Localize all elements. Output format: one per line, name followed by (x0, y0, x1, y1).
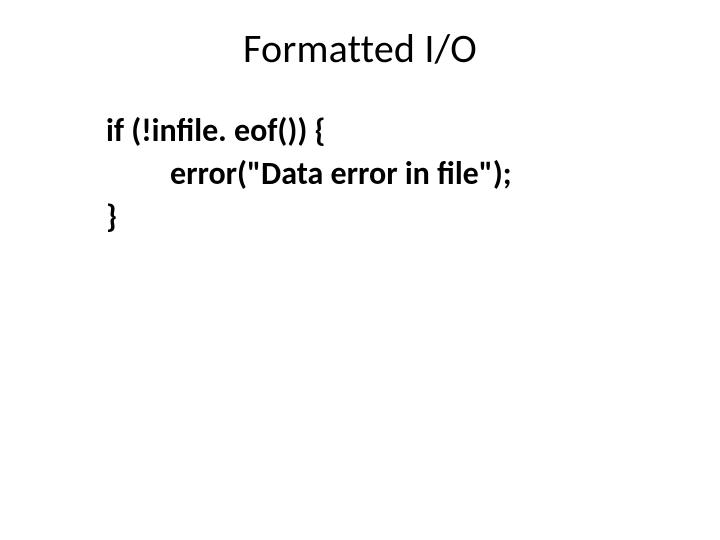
code-line-2: error("Data error in file"); (106, 152, 680, 195)
slide-container: Formatted I/O if (!infile. eof()) { erro… (0, 0, 720, 540)
slide-title: Formatted I/O (0, 24, 720, 73)
code-line-3: } (106, 195, 680, 238)
slide-body: if (!infile. eof()) { error("Data error … (0, 109, 720, 239)
code-line-1: if (!infile. eof()) { (106, 109, 680, 152)
